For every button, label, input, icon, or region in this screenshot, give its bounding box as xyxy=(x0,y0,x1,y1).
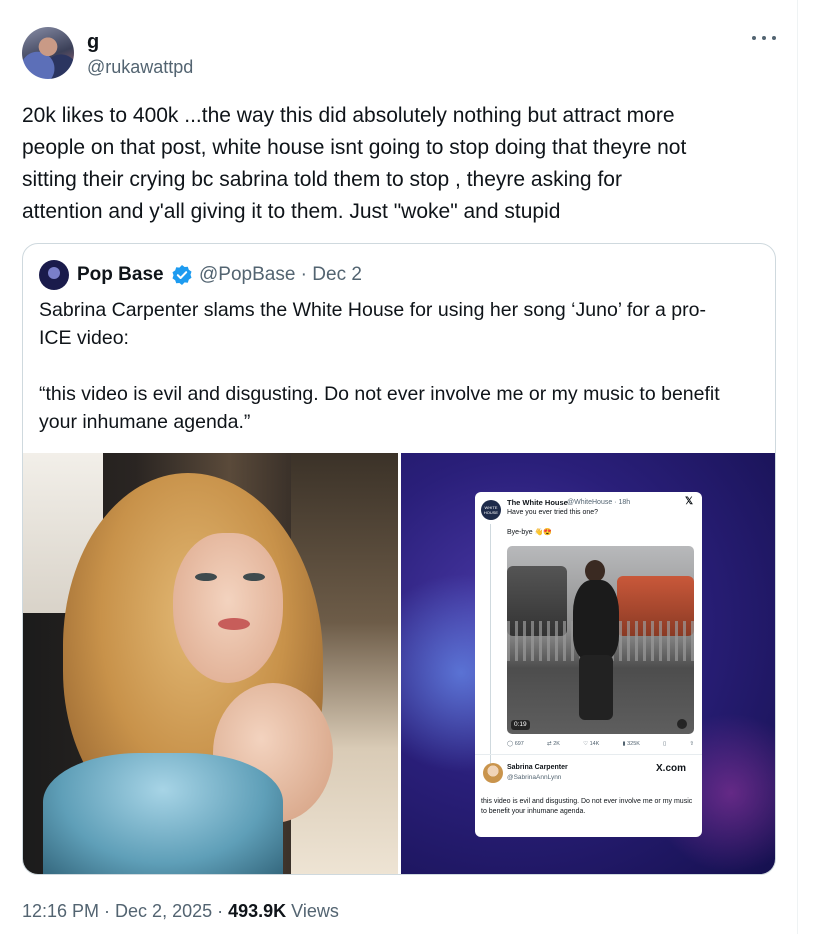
whitehouse-text-line2: Bye-bye 👋😍 xyxy=(507,529,553,536)
video-duration: 0:19 xyxy=(511,720,530,730)
author-handle[interactable]: @rukawattpd xyxy=(87,56,193,78)
sabrina-avatar xyxy=(483,763,503,783)
bookmark-icon: ▯ xyxy=(663,741,667,747)
quoted-tweet-card[interactable]: Pop Base @PopBase · Dec 2 Sabrina Carpen… xyxy=(22,243,776,875)
quoted-author-avatar[interactable] xyxy=(39,260,69,290)
view-count: ▮ 325K xyxy=(622,741,640,747)
thread-line xyxy=(490,524,491,774)
more-options-icon[interactable] xyxy=(752,30,776,46)
media-screenshot-whitehouse[interactable]: WHITE HOUSE The White House @WhiteHouse … xyxy=(401,453,775,874)
quoted-author-name[interactable]: Pop Base xyxy=(77,263,164,287)
tweet-time-date[interactable]: 12:16 PM · Dec 2, 2025 · xyxy=(22,901,228,921)
views-label: Views xyxy=(286,901,339,921)
tweet-timestamp-row: 12:16 PM · Dec 2, 2025 · 493.9K Views xyxy=(22,899,339,923)
quoted-handle-date[interactable]: @PopBase · Dec 2 xyxy=(199,263,362,287)
sabrina-quote-text: this video is evil and disgusting. Do no… xyxy=(481,798,693,815)
like-count: ♡ 14K xyxy=(583,741,600,747)
repost-count: ⇄ 2K xyxy=(547,741,560,747)
author-display-name[interactable]: g xyxy=(87,30,99,54)
reply-count: ◯ 697 xyxy=(507,741,524,747)
xcom-logo: X.com xyxy=(656,763,687,774)
views-count: 493.9K xyxy=(228,901,287,921)
video-thumbnail: 0:19 xyxy=(507,546,694,734)
sabrina-name: Sabrina Carpenter xyxy=(507,764,568,771)
action-stats-row: ◯ 697 ⇄ 2K ♡ 14K ▮ 325K ▯ ⇧ xyxy=(507,740,694,748)
whitehouse-text-line1: Have you ever tried this one? xyxy=(507,509,599,516)
share-icon: ⇧ xyxy=(689,741,694,747)
whitehouse-name: The White House xyxy=(507,498,568,507)
quoted-tweet-text: Sabrina Carpenter slams the White House … xyxy=(39,299,720,433)
x-logo-icon: 𝕏 xyxy=(685,496,694,507)
media-photo-sabrina[interactable] xyxy=(23,453,398,874)
tweet-text: 20k likes to 400k ...the way this did ab… xyxy=(22,104,687,223)
column-border xyxy=(797,0,798,934)
whitehouse-avatar: WHITE HOUSE xyxy=(481,500,501,520)
sabrina-handle: @SabrinaAnnLynn xyxy=(507,774,562,781)
author-avatar[interactable] xyxy=(22,27,74,79)
verified-badge-icon xyxy=(172,265,192,285)
whitehouse-handle: @WhiteHouse · 18h xyxy=(567,499,631,506)
volume-icon xyxy=(677,719,687,729)
embedded-tweet-screenshot: WHITE HOUSE The White House @WhiteHouse … xyxy=(475,492,702,837)
divider xyxy=(475,754,702,755)
